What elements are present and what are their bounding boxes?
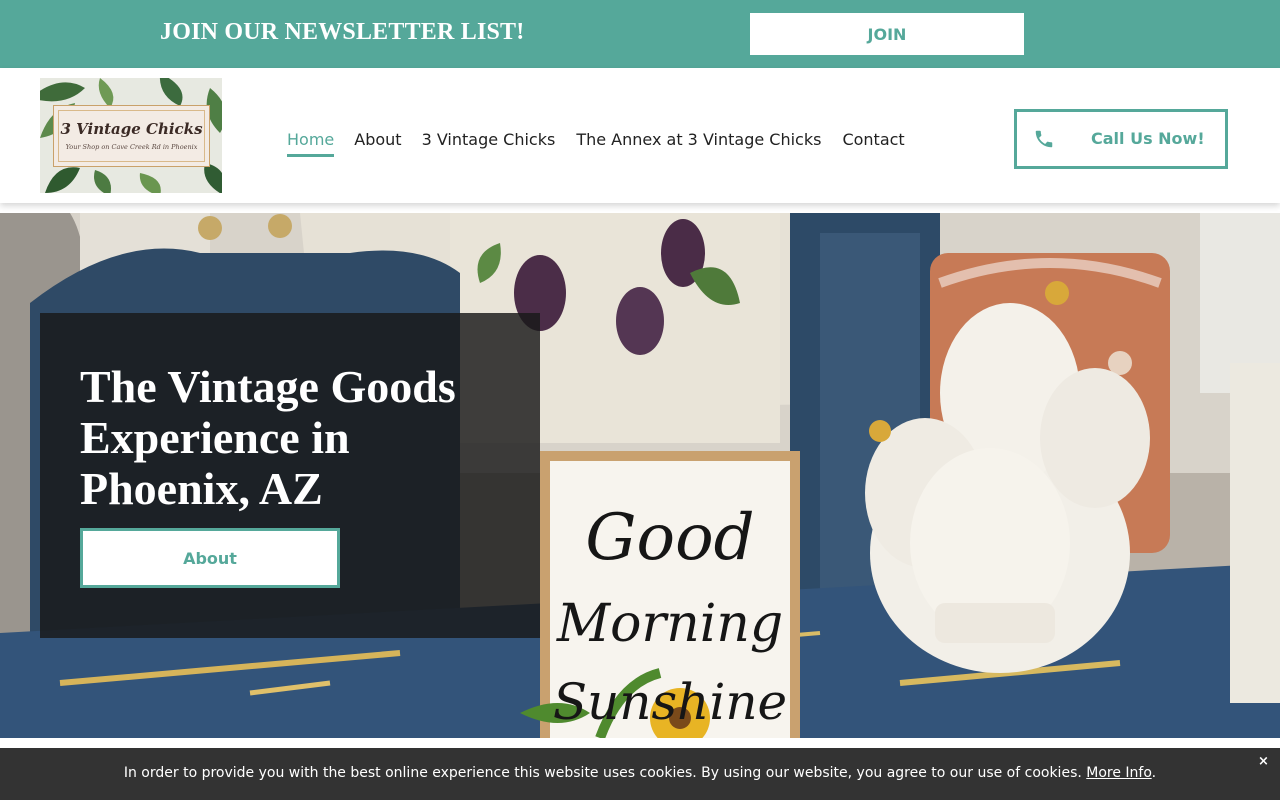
cookie-message: In order to provide you with the best on… bbox=[0, 765, 1280, 781]
sign-word-good: Good bbox=[585, 501, 754, 575]
hero-about-button[interactable]: About bbox=[80, 528, 340, 588]
join-button[interactable]: JOIN bbox=[750, 13, 1024, 55]
nav-item-about[interactable]: About bbox=[354, 130, 401, 157]
sign-image: Good Morning Sunshine bbox=[553, 501, 787, 731]
newsletter-bar: JOIN OUR NEWSLETTER LIST! JOIN bbox=[0, 0, 1280, 68]
site-header: 3 Vintage Chicks Your Shop on Cave Creek… bbox=[0, 68, 1280, 203]
nav-item-3-vintage-chicks[interactable]: 3 Vintage Chicks bbox=[422, 130, 556, 157]
nav-item-contact[interactable]: Contact bbox=[842, 130, 904, 157]
cookie-close-icon[interactable]: × bbox=[1258, 754, 1269, 769]
sign-word-morning: Morning bbox=[556, 594, 783, 654]
newsletter-title: JOIN OUR NEWSLETTER LIST! bbox=[160, 19, 525, 45]
site-logo[interactable]: 3 Vintage Chicks Your Shop on Cave Creek… bbox=[40, 78, 222, 193]
call-us-label: Call Us Now! bbox=[1091, 129, 1205, 148]
hero-overlay-panel: The Vintage Goods Experience in Phoenix,… bbox=[40, 313, 540, 638]
cookie-trailing: . bbox=[1151, 765, 1157, 781]
cookie-more-info-link[interactable]: More Info bbox=[1086, 765, 1151, 781]
call-us-button[interactable]: Call Us Now! bbox=[1014, 109, 1228, 169]
hero-title: The Vintage Goods Experience in Phoenix,… bbox=[80, 361, 456, 514]
logo-title: 3 Vintage Chicks bbox=[60, 120, 203, 138]
phone-icon bbox=[1035, 130, 1053, 148]
cookie-text: In order to provide you with the best on… bbox=[123, 765, 1082, 781]
main-nav: Home About 3 Vintage Chicks The Annex at… bbox=[287, 130, 905, 157]
logo-tagline: Your Shop on Cave Creek Rd in Phoenix bbox=[65, 143, 198, 151]
nav-item-home[interactable]: Home bbox=[287, 130, 335, 157]
nav-item-annex[interactable]: The Annex at 3 Vintage Chicks bbox=[576, 130, 821, 157]
logo-card: 3 Vintage Chicks Your Shop on Cave Creek… bbox=[53, 105, 210, 167]
cookie-banner: In order to provide you with the best on… bbox=[0, 748, 1280, 800]
hero-section: Good Morning Sunshine The Vintage Goods … bbox=[0, 213, 1280, 738]
sign-word-sunshine: Sunshine bbox=[553, 673, 787, 731]
